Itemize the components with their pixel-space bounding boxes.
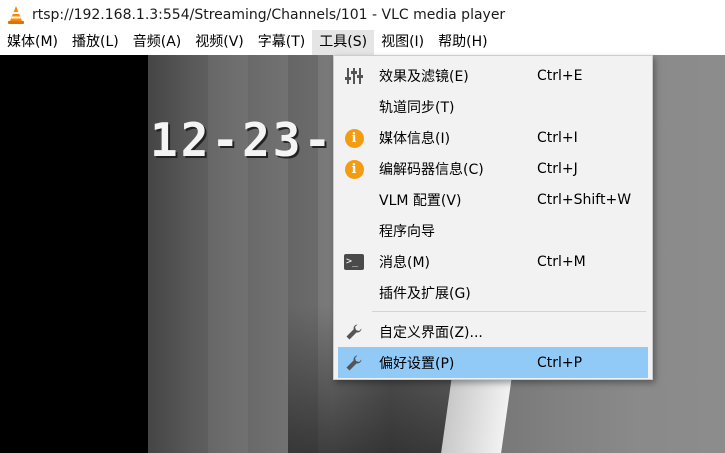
menu-item-media-info[interactable]: i 媒体信息(I) Ctrl+I xyxy=(338,122,648,153)
video-letterbox xyxy=(0,55,148,453)
menu-item-label: 效果及滤镜(E) xyxy=(379,68,469,85)
menu-item-shortcut: Ctrl+M xyxy=(537,253,586,270)
menu-item-shortcut: Ctrl+I xyxy=(537,129,578,146)
menu-item-label: VLM 配置(V) xyxy=(379,192,462,209)
menu-item-codec-info[interactable]: i 编解码器信息(C) Ctrl+J xyxy=(338,153,648,184)
menu-item-preferences[interactable]: 偏好设置(P) Ctrl+P xyxy=(338,347,648,378)
menu-item-shortcut: Ctrl+Shift+W xyxy=(537,191,632,208)
menu-media[interactable]: 媒体(M) xyxy=(0,30,65,55)
menu-audio[interactable]: 音频(A) xyxy=(126,30,189,55)
menu-item-label: 媒体信息(I) xyxy=(379,130,451,147)
window-title: rtsp://192.168.1.3:554/Streaming/Channel… xyxy=(32,7,506,23)
menu-help[interactable]: 帮助(H) xyxy=(431,30,494,55)
menu-video[interactable]: 视频(V) xyxy=(188,30,251,55)
menu-item-shortcut: Ctrl+E xyxy=(537,67,583,84)
menu-item-shortcut: Ctrl+J xyxy=(537,160,578,177)
wrench-icon xyxy=(344,322,364,342)
menu-item-vlm-config[interactable]: VLM 配置(V) Ctrl+Shift+W xyxy=(338,184,648,215)
menu-item-label: 程序向导 xyxy=(379,223,435,240)
menu-item-wizard[interactable]: 程序向导 xyxy=(338,215,648,246)
info-icon: i xyxy=(344,128,364,148)
equalizer-icon xyxy=(344,66,364,86)
menu-view[interactable]: 视图(I) xyxy=(374,30,431,55)
menu-item-label: 自定义界面(Z)... xyxy=(379,324,483,341)
title-bar: rtsp://192.168.1.3:554/Streaming/Channel… xyxy=(0,0,725,30)
menu-item-effects-filters[interactable]: 效果及滤镜(E) Ctrl+E xyxy=(338,60,648,91)
menu-playback[interactable]: 播放(L) xyxy=(65,30,126,55)
tools-menu-dropdown: 效果及滤镜(E) Ctrl+E 轨道同步(T) i 媒体信息(I) Ctrl+I… xyxy=(333,55,653,380)
menu-item-messages[interactable]: >_ 消息(M) Ctrl+M xyxy=(338,246,648,277)
menu-item-label: 编解码器信息(C) xyxy=(379,161,484,178)
menu-subtitle[interactable]: 字幕(T) xyxy=(251,30,312,55)
menu-item-label: 轨道同步(T) xyxy=(379,99,455,116)
menu-item-label: 偏好设置(P) xyxy=(379,355,455,372)
info-icon: i xyxy=(344,159,364,179)
menu-item-label: 消息(M) xyxy=(379,254,431,271)
menu-item-customize-interface[interactable]: 自定义界面(Z)... xyxy=(338,316,648,347)
terminal-icon: >_ xyxy=(344,252,364,272)
menu-tools[interactable]: 工具(S) xyxy=(312,30,375,55)
menu-bar: 媒体(M) 播放(L) 音频(A) 视频(V) 字幕(T) 工具(S) 视图(I… xyxy=(0,30,725,55)
wrench-icon xyxy=(344,353,364,373)
menu-item-track-sync[interactable]: 轨道同步(T) xyxy=(338,91,648,122)
menu-item-label: 插件及扩展(G) xyxy=(379,285,471,302)
menu-item-plugins-extensions[interactable]: 插件及扩展(G) xyxy=(338,277,648,308)
menu-separator xyxy=(372,311,646,312)
menu-item-shortcut: Ctrl+P xyxy=(537,354,583,371)
vlc-cone-icon xyxy=(6,5,26,25)
